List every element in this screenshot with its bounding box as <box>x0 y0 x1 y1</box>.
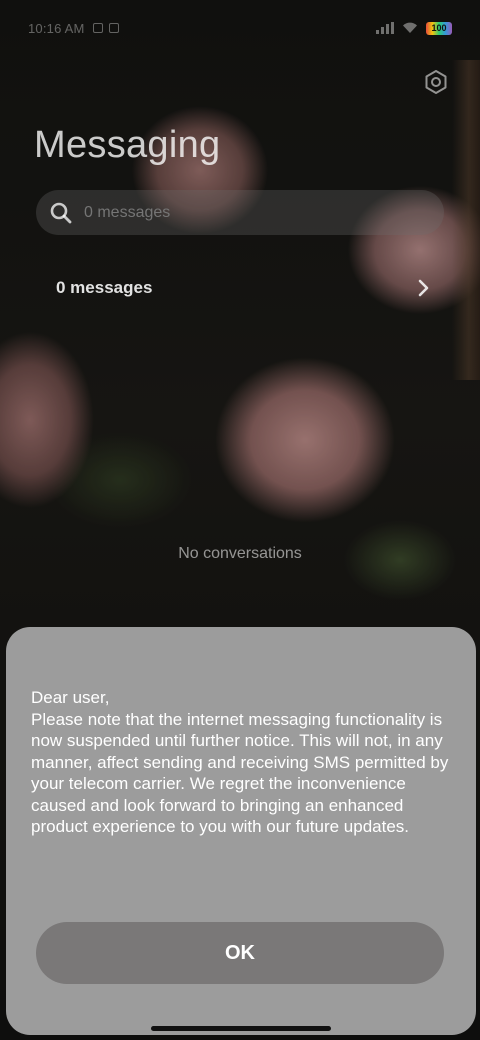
notification-icons <box>92 23 119 33</box>
page-title: Messaging <box>34 124 221 166</box>
ok-button[interactable]: OK <box>36 922 444 984</box>
empty-state-text: No conversations <box>178 545 302 562</box>
messages-count-row[interactable]: 0 messages <box>36 270 444 306</box>
notification-icon <box>108 23 119 33</box>
home-indicator[interactable] <box>151 1026 331 1031</box>
status-bar: 10:16 AM 100 <box>0 0 480 56</box>
chevron-right-icon <box>418 279 429 297</box>
status-time: 10:16 AM <box>28 20 85 36</box>
notification-icon <box>92 23 103 33</box>
search-bar[interactable] <box>36 190 444 235</box>
battery-icon: 100 <box>426 21 452 35</box>
messages-count-label: 0 messages <box>56 278 153 297</box>
signal-icon <box>376 22 394 34</box>
wallpaper-frame <box>452 60 480 380</box>
search-input[interactable] <box>84 203 291 222</box>
settings-gear-icon <box>425 70 447 94</box>
notice-dialog: Dear user, Please note that the internet… <box>6 627 476 1035</box>
search-icon <box>48 200 74 226</box>
dialog-message: Dear user, Please note that the internet… <box>31 688 449 836</box>
settings-button[interactable] <box>420 66 452 98</box>
status-right: 100 <box>376 21 452 35</box>
wifi-icon <box>403 22 417 33</box>
